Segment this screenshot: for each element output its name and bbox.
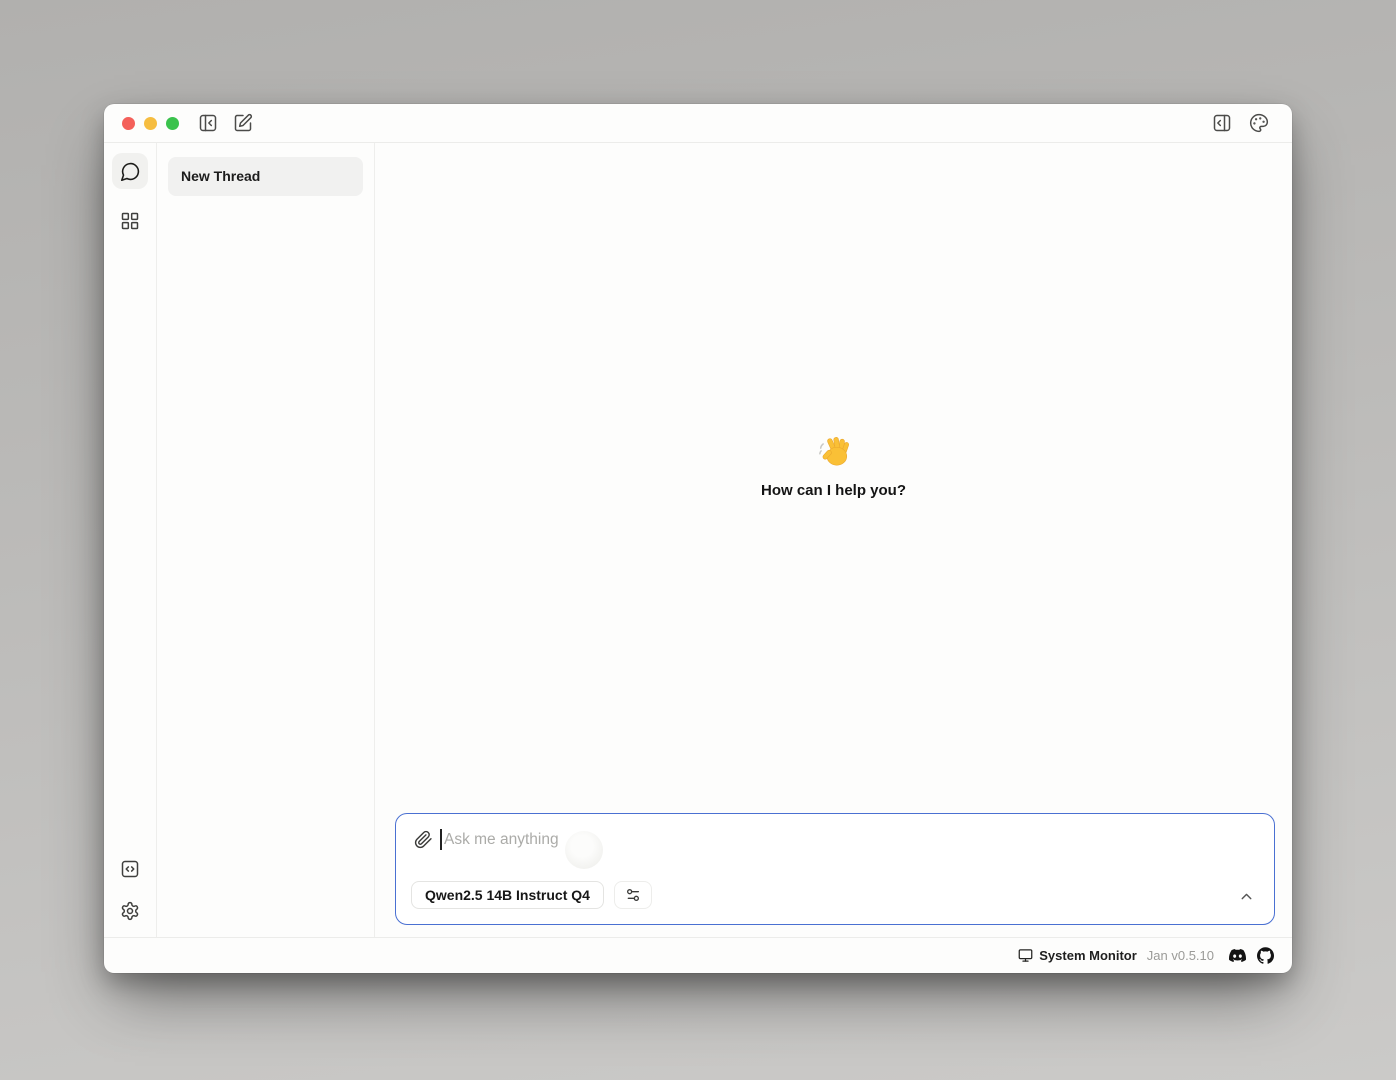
rail-top [112, 153, 148, 239]
composer-toolbar: Qwen2.5 14B Instruct Q4 [411, 881, 652, 909]
chat-bubble-icon [120, 161, 141, 182]
status-bar: System Monitor Jan v0.5.10 [104, 937, 1292, 973]
titlebar-left-actions [195, 110, 256, 136]
minimize-button[interactable] [144, 117, 157, 130]
github-icon[interactable] [1257, 947, 1274, 964]
monitor-icon [1018, 948, 1033, 963]
thread-list-item[interactable]: New Thread [168, 157, 363, 196]
app-version-label: Jan v0.5.10 [1147, 948, 1214, 963]
discord-icon[interactable] [1229, 947, 1246, 964]
panel-left-toggle-icon[interactable] [195, 110, 221, 136]
message-input[interactable] [444, 826, 824, 854]
system-monitor-button[interactable]: System Monitor [1018, 948, 1137, 963]
chevron-up-icon [1238, 888, 1255, 905]
sliders-icon [625, 887, 641, 903]
theme-palette-icon[interactable] [1246, 110, 1272, 136]
gear-icon [120, 901, 140, 921]
traffic-lights [122, 117, 179, 130]
main-content: How can I help you? Qwen2.5 14B Instruct… [375, 143, 1292, 937]
grid-icon [120, 211, 140, 231]
system-monitor-label: System Monitor [1039, 948, 1137, 963]
rail-item-settings[interactable] [112, 893, 148, 929]
rail-bottom [112, 851, 148, 929]
new-thread-icon[interactable] [230, 110, 256, 136]
rail-item-threads[interactable] [112, 153, 148, 189]
collapse-composer-button[interactable] [1236, 886, 1256, 906]
rail-item-hub[interactable] [112, 203, 148, 239]
paperclip-icon [414, 830, 433, 849]
rail-item-local-api-server[interactable] [112, 851, 148, 887]
greeting-text: How can I help you? [375, 482, 1292, 499]
panel-right-toggle-icon[interactable] [1209, 110, 1235, 136]
window-body: New Thread [104, 143, 1292, 937]
cursor-halo [565, 831, 603, 869]
model-settings-button[interactable] [614, 881, 652, 909]
model-selector[interactable]: Qwen2.5 14B Instruct Q4 [411, 881, 604, 909]
text-caret [440, 829, 442, 850]
desktop-background: { "titlebar": { "traffic_lights": { "clo… [0, 0, 1396, 1080]
titlebar-right-actions [1209, 110, 1272, 136]
empty-state-greeting: How can I help you? [375, 435, 1292, 499]
jan-app-window: New Thread [104, 104, 1292, 973]
titlebar [104, 104, 1292, 143]
close-button[interactable] [122, 117, 135, 130]
maximize-button[interactable] [166, 117, 179, 130]
chat-composer: Qwen2.5 14B Instruct Q4 [395, 813, 1275, 925]
waving-hand-emoji [817, 435, 851, 469]
thread-list-panel: New Thread [157, 143, 375, 937]
attach-file-button[interactable] [412, 828, 434, 850]
left-rail [104, 143, 157, 937]
code-square-icon [120, 859, 140, 879]
